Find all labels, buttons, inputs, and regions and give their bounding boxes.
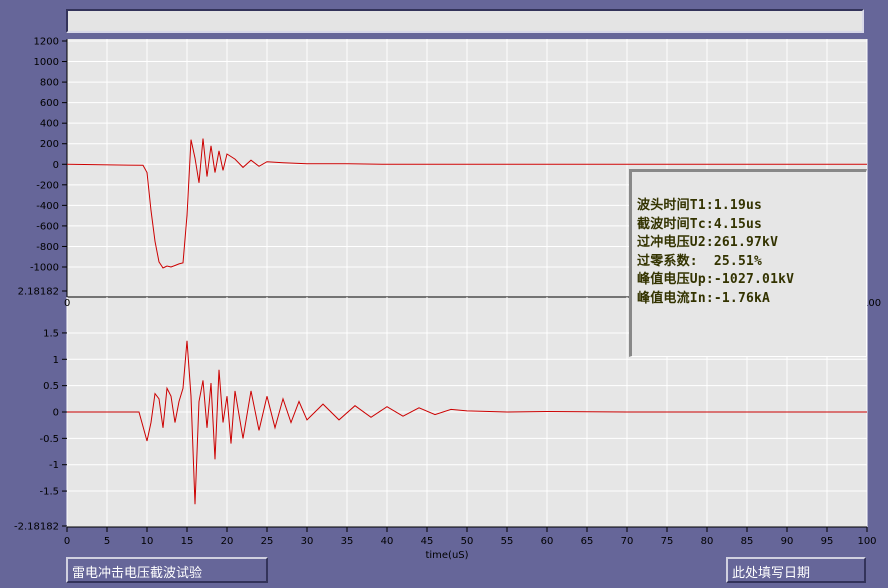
bottom-x-tick-label: 100 — [857, 536, 876, 547]
bottom-y-tick-label: -1 — [49, 460, 59, 471]
test-name-text: 雷电冲击电压截波试验 — [72, 566, 203, 581]
top-y-tick-label: 200 — [40, 139, 59, 150]
zero-crossing-coefficient: 过零系数: 25.51% — [637, 253, 763, 269]
bottom-x-tick-label: 0 — [64, 536, 70, 547]
bottom-y-tick-label: -0.5 — [39, 434, 59, 445]
bottom-x-tick-label: 40 — [381, 536, 394, 547]
bottom-y-axis-ticks: 2.18182 1.5 1 0.5 0 -0.5 -1 -1.5 -2.18182 — [14, 287, 67, 533]
peak-current: 峰值电流In:-1.76kA — [637, 290, 771, 306]
bottom-x-tick-label: 75 — [661, 536, 674, 547]
date-field[interactable]: 此处填写日期 — [726, 557, 866, 583]
bottom-y-tick-label: 2.18182 — [18, 287, 59, 298]
bottom-x-tick-label: 85 — [741, 536, 754, 547]
bottom-x-tick-label: 95 — [821, 536, 834, 547]
top-y-tick-label: -200 — [36, 180, 59, 191]
bottom-x-tick-label: 35 — [341, 536, 354, 547]
bottom-x-axis-ticks: 0 5 10 15 20 25 30 35 40 45 50 55 60 65 70 75 80 85 90 95 10… — [64, 527, 877, 547]
top-x-tick-0: 0 — [64, 298, 70, 309]
bottom-y-tick-label: 1 — [53, 355, 59, 366]
bottom-x-tick-label: 50 — [461, 536, 474, 547]
top-y-tick-label: 600 — [40, 98, 59, 109]
peak-voltage: 峰值电压Up:-1027.01kV — [637, 272, 795, 287]
bottom-x-tick-label: 90 — [781, 536, 794, 547]
bottom-y-tick-label: 0 — [53, 408, 59, 419]
bottom-x-tick-label: 30 — [301, 536, 314, 547]
top-y-axis-ticks: 1200 1000 800 600 400 200 0 -200 -400 -600 -800 -10… — [30, 37, 67, 274]
top-y-tick-label: -800 — [36, 242, 59, 253]
bottom-y-tick-label: 0.5 — [43, 381, 59, 392]
bottom-x-tick-label: 15 — [181, 536, 194, 547]
bottom-x-tick-label: 55 — [501, 536, 514, 547]
top-y-tick-label: 800 — [40, 78, 59, 89]
top-y-tick-label: -400 — [36, 201, 59, 212]
bottom-y-tick-label: -2.18182 — [14, 522, 59, 533]
top-y-tick-label: -600 — [36, 221, 59, 232]
bottom-x-tick-label: 45 — [421, 536, 434, 547]
bottom-x-tick-label: 70 — [621, 536, 634, 547]
date-field-text: 此处填写日期 — [732, 566, 811, 581]
top-y-tick-label: 1000 — [34, 57, 59, 68]
bottom-x-tick-label: 10 — [141, 536, 154, 547]
top-y-tick-label: 1200 — [34, 37, 59, 48]
chopping-time: 截波时间Tc:4.15us — [637, 216, 763, 232]
bottom-x-tick-label: 25 — [261, 536, 274, 547]
wavefront-time: 波头时间T1:1.19us — [637, 198, 763, 213]
bottom-x-tick-label: 20 — [221, 536, 234, 547]
top-y-tick-label: 400 — [40, 119, 59, 130]
bottom-y-tick-label: -1.5 — [39, 487, 59, 498]
bottom-x-tick-label: 65 — [581, 536, 594, 547]
bottom-x-tick-label: 5 — [104, 536, 110, 547]
bottom-y-tick-label: 1.5 — [43, 328, 59, 339]
bottom-x-tick-label: 80 — [701, 536, 714, 547]
results-panel: 波头时间T1:1.19us 截波时间Tc:4.15us 过冲电压U2:261.9… — [629, 169, 867, 357]
top-y-tick-label: -1000 — [30, 263, 59, 274]
bottom-x-tick-label: 60 — [541, 536, 554, 547]
test-name-field[interactable]: 雷电冲击电压截波试验 — [66, 557, 268, 583]
overshoot-voltage: 过冲电压U2:261.97kV — [637, 235, 779, 250]
top-y-tick-label: 0 — [53, 160, 59, 171]
x-axis-label: time(uS) — [425, 550, 468, 561]
